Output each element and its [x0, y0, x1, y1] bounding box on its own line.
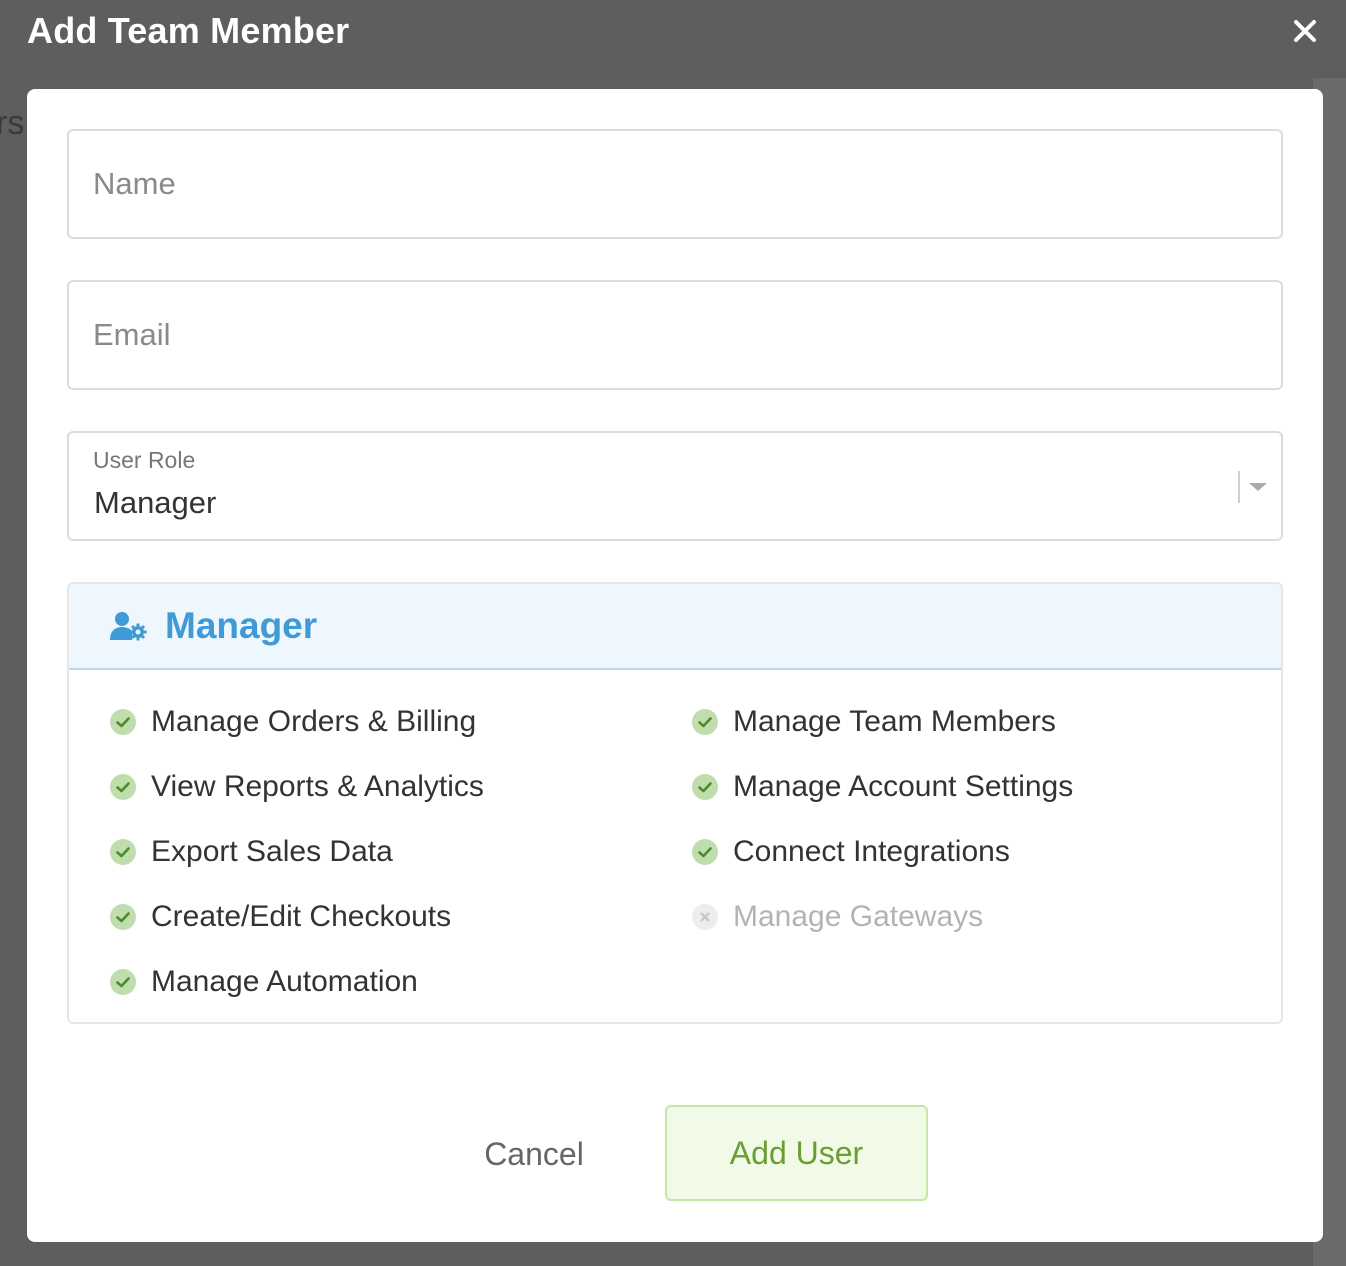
- name-field[interactable]: [67, 129, 1283, 239]
- user-role-label: User Role: [93, 447, 196, 473]
- check-circle-icon: [691, 838, 719, 866]
- user-role-select[interactable]: User Role Manager: [67, 431, 1283, 541]
- permission-item: Manage Gateways: [691, 897, 983, 937]
- check-circle-icon: [109, 708, 137, 736]
- user-gear-icon: [109, 610, 147, 642]
- permission-item: Manage Orders & Billing: [109, 702, 476, 742]
- permission-item: Manage Team Members: [691, 702, 1056, 742]
- add-user-button[interactable]: Add User: [665, 1105, 928, 1201]
- permission-item: Create/Edit Checkouts: [109, 897, 451, 937]
- permission-item: Connect Integrations: [691, 832, 1010, 872]
- permission-label: Manage Team Members: [733, 705, 1056, 738]
- background-text: rs: [0, 104, 25, 142]
- permission-item: Manage Account Settings: [691, 767, 1073, 807]
- permission-label: Manage Account Settings: [733, 770, 1074, 803]
- check-circle-icon: [109, 968, 137, 996]
- chevron-down-icon[interactable]: [1249, 483, 1267, 491]
- name-input[interactable]: [69, 131, 1281, 237]
- permission-label: Export Sales Data: [151, 835, 393, 868]
- x-circle-icon: [691, 903, 719, 931]
- permissions-card: Manager Manage Orders & Billing View Repo…: [67, 582, 1283, 1024]
- close-icon[interactable]: [1288, 14, 1322, 48]
- permission-item: Manage Automation: [109, 962, 418, 1002]
- add-member-dialog: User Role Manager: [27, 89, 1323, 1242]
- permission-label: Create/Edit Checkouts: [151, 900, 452, 933]
- permission-label: Manage Orders & Billing: [151, 705, 477, 738]
- permission-item: View Reports & Analytics: [109, 767, 484, 807]
- email-input[interactable]: [69, 282, 1281, 388]
- permission-item: Export Sales Data: [109, 832, 393, 872]
- check-circle-icon: [109, 773, 137, 801]
- permission-label: View Reports & Analytics: [151, 770, 484, 803]
- check-circle-icon: [109, 838, 137, 866]
- check-circle-icon: [109, 903, 137, 931]
- email-field[interactable]: [67, 280, 1283, 390]
- permission-label: Manage Automation: [151, 965, 418, 998]
- check-circle-icon: [691, 773, 719, 801]
- select-separator: [1238, 471, 1240, 503]
- permission-label: Connect Integrations: [733, 835, 1010, 868]
- modal-title: Add Team Member: [27, 10, 350, 51]
- permissions-header: Manager: [69, 584, 1281, 670]
- user-role-value: Manager: [94, 485, 217, 520]
- check-circle-icon: [691, 708, 719, 736]
- cancel-button[interactable]: Cancel: [459, 1109, 609, 1199]
- permissions-title: Manager: [165, 605, 318, 646]
- permission-label: Manage Gateways: [733, 900, 984, 933]
